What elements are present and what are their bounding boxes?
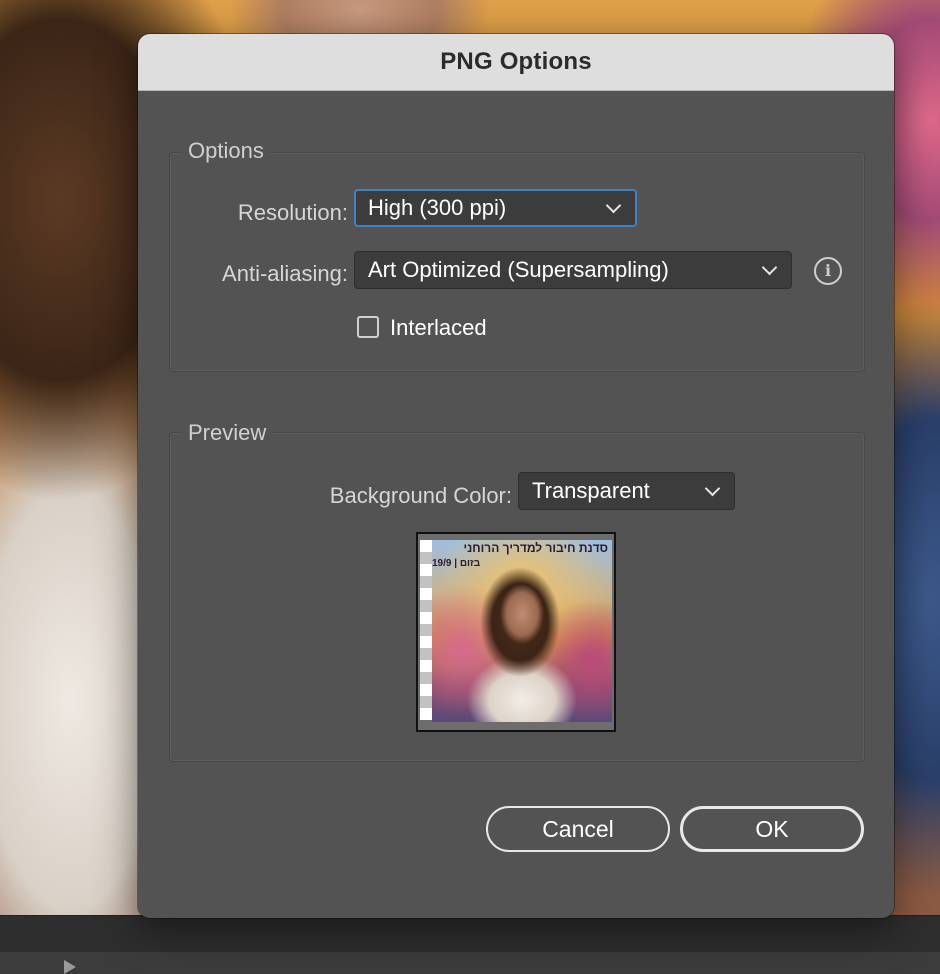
background-color-select[interactable]: Transparent	[518, 472, 735, 510]
chevron-down-icon	[704, 480, 721, 497]
ok-button[interactable]: OK	[680, 806, 864, 852]
anti-aliasing-value: Art Optimized (Supersampling)	[368, 257, 669, 282]
background-color-value: Transparent	[532, 478, 650, 503]
chevron-down-icon	[605, 197, 622, 214]
dialog-titlebar: PNG Options	[138, 34, 894, 91]
interlaced-label[interactable]: Interlaced	[390, 315, 487, 341]
app-bottom-bar	[0, 915, 940, 971]
dialog-title: PNG Options	[440, 48, 592, 75]
png-options-dialog: PNG Options Options Resolution: High (30…	[138, 34, 894, 918]
options-legend: Options	[182, 138, 270, 164]
resolution-label: Resolution:	[237, 200, 348, 225]
anti-aliasing-select[interactable]: Art Optimized (Supersampling)	[354, 251, 792, 289]
preview-legend: Preview	[182, 420, 273, 446]
bottom-strip	[0, 952, 940, 971]
transparency-checker	[420, 540, 432, 720]
resolution-select[interactable]: High (300 ppi)	[354, 189, 637, 227]
thumbnail-date-text: 19/9 | בזום	[432, 558, 481, 569]
interlaced-checkbox[interactable]	[357, 316, 379, 338]
resolution-value: High (300 ppi)	[368, 195, 507, 220]
play-icon[interactable]	[64, 960, 76, 974]
chevron-down-icon	[761, 259, 778, 276]
thumbnail-title-text: סדנת חיבור למדריך הרוחני	[463, 541, 608, 555]
info-icon[interactable]: i	[814, 257, 842, 285]
anti-aliasing-label: Anti-aliasing:	[222, 261, 348, 286]
preview-thumbnail: סדנת חיבור למדריך הרוחני 19/9 | בזום	[416, 532, 616, 732]
background-color-label: Background Color:	[329, 483, 512, 508]
cancel-button[interactable]: Cancel	[486, 806, 670, 852]
